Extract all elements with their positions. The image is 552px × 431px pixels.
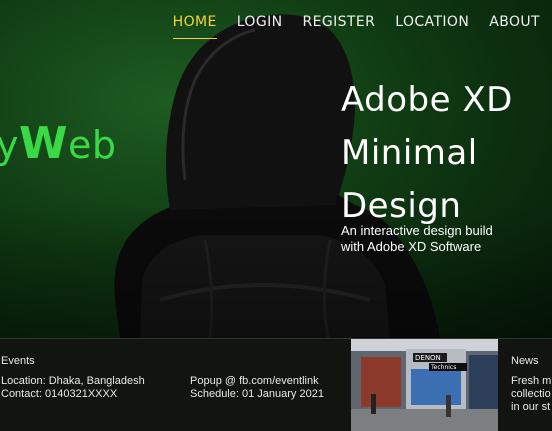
main-nav: HOME LOGIN REGISTER LOCATION ABOUT	[172, 14, 540, 39]
nav-about[interactable]: ABOUT	[489, 14, 540, 39]
nav-login[interactable]: LOGIN	[237, 14, 283, 39]
hero-subtitle-line2: with Adobe XD Software	[341, 239, 482, 254]
events-heading: Events	[1, 355, 35, 367]
news-line1: Fresh m	[511, 375, 552, 387]
news-text: Fresh m collectio in our st	[511, 375, 552, 414]
brand-logo[interactable]: yWeb	[0, 118, 117, 169]
events-contact: Contact: 0140321XXXX	[1, 388, 118, 400]
hero-banner: HOME LOGIN REGISTER LOCATION ABOUT yWeb …	[0, 0, 552, 338]
news-heading: News	[511, 355, 539, 367]
sign-technics: Technics	[430, 364, 456, 371]
news-line2: collectio	[511, 388, 551, 400]
news-line3: in our st	[511, 401, 551, 413]
footer-info-bar: Events Location: Dhaka, Bangladesh Conta…	[0, 338, 552, 431]
hero-title-line2: Minimal	[341, 133, 478, 173]
events-location: Location: Dhaka, Bangladesh	[1, 375, 145, 387]
nav-home[interactable]: HOME	[172, 14, 217, 39]
sign-denon: DENON	[415, 354, 441, 362]
logo-prefix: y	[0, 123, 19, 167]
nav-register[interactable]: REGISTER	[303, 14, 376, 39]
hero-subtitle-line1: An interactive design build	[341, 223, 493, 238]
hero-title-line1: Adobe XD	[341, 80, 513, 120]
hero-subtitle: An interactive design build with Adobe X…	[341, 223, 541, 255]
hero-title: Adobe XD Minimal Design	[341, 74, 551, 233]
events-popup-block: Popup @ fb.com/eventlink Schedule: 01 Ja…	[190, 375, 324, 401]
logo-suffix: eb	[68, 123, 117, 167]
logo-big-letter: W	[19, 118, 69, 169]
nav-location[interactable]: LOCATION	[395, 14, 469, 39]
events-contact-block: Location: Dhaka, Bangladesh Contact: 014…	[1, 375, 145, 401]
store-photo: DENON Technics	[351, 339, 498, 431]
events-schedule: Schedule: 01 January 2021	[190, 388, 324, 400]
events-popup-link[interactable]: Popup @ fb.com/eventlink	[190, 375, 324, 388]
